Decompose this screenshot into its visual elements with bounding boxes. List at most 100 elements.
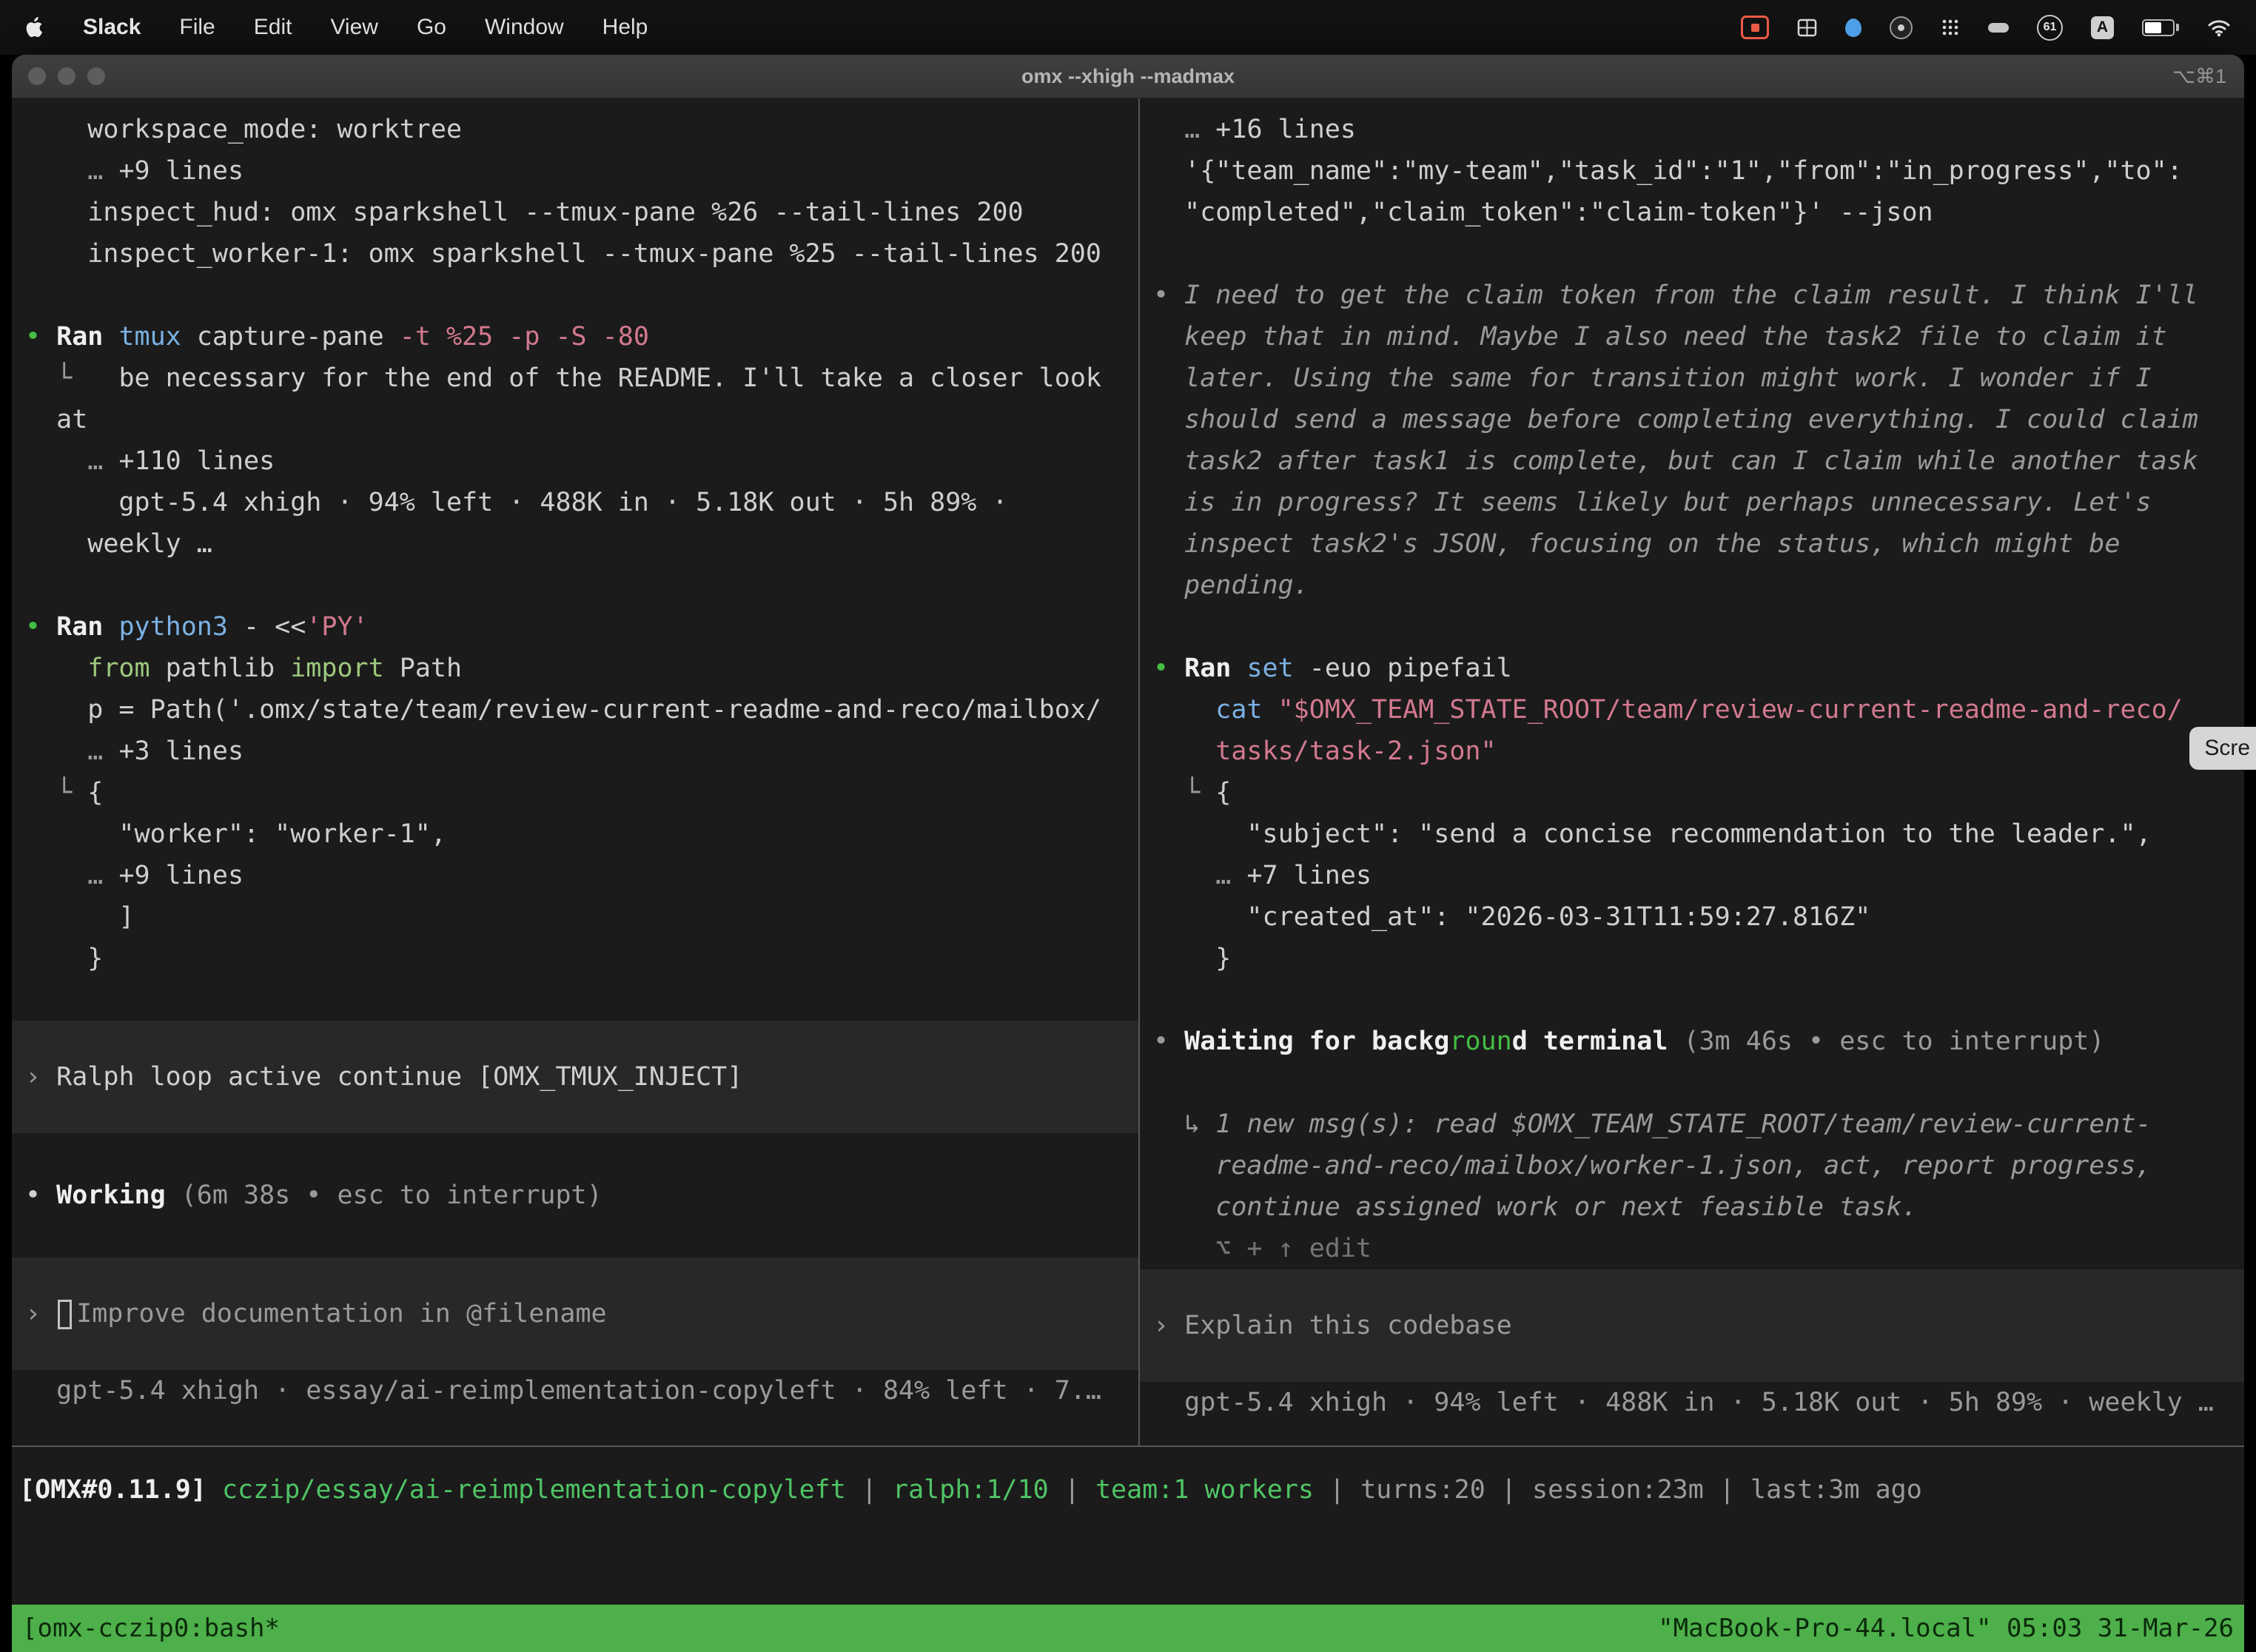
terminal-line: p = Path('.omx/state/team/review-current… — [12, 689, 1138, 731]
terminal-line: readme-and-reco/mailbox/worker-1.json, a… — [1140, 1145, 2244, 1186]
screen-recording-indicator-icon[interactable] — [1741, 16, 1769, 39]
terminal-line — [12, 1133, 1138, 1175]
terminal-line: › Explain this codebase — [1140, 1305, 2244, 1346]
close-button[interactable] — [28, 67, 46, 85]
terminal-line: … +110 lines — [12, 440, 1138, 482]
terminal-line — [12, 979, 1138, 1021]
terminal-line: … +16 lines — [1140, 109, 2244, 150]
terminal-line: • Ran set -euo pipefail — [1140, 648, 2244, 689]
menu-view[interactable]: View — [330, 15, 377, 40]
terminal-line: ] — [12, 896, 1138, 938]
session-status-left: gpt-5.4 xhigh · essay/ai-reimplementatio… — [12, 1370, 1138, 1411]
tmux-pane-right[interactable]: … +16 lines '{"team_name":"my-team","tas… — [1140, 98, 2244, 1446]
terminal-line: tasks/task-2.json" — [1140, 731, 2244, 772]
clipped-screen-overlay: Scre — [2189, 727, 2256, 770]
session-status-right: gpt-5.4 xhigh · 94% left · 488K in · 5.1… — [1140, 1382, 2244, 1423]
menu-file[interactable]: File — [179, 15, 215, 40]
terminal-line: pending. — [1140, 565, 2244, 606]
badge-count-icon[interactable]: 61 — [2037, 15, 2063, 41]
window-shortcut-hint: ⌥⌘1 — [2172, 65, 2226, 88]
left-scrollback: workspace_mode: worktree … +9 lines insp… — [12, 109, 1138, 1021]
terminal-line: • Working (6m 38s • esc to interrupt) — [12, 1175, 1138, 1216]
pill-icon[interactable] — [1988, 23, 2009, 33]
menu-bar-left: Slack File Edit View Go Window Help — [25, 15, 648, 40]
terminal-line: should send a message before completing … — [1140, 399, 2244, 440]
terminal-line — [1140, 979, 2244, 1021]
terminal-line: └ { — [12, 772, 1138, 813]
terminal-line: gpt-5.4 xhigh · 94% left · 488K in · 5.1… — [12, 482, 1138, 523]
minimize-button[interactable] — [58, 67, 75, 85]
terminal-line: ↳ 1 new msg(s): read $OMX_TEAM_STATE_ROO… — [1140, 1104, 2244, 1145]
terminal-line: } — [1140, 938, 2244, 979]
terminal-line: inspect_worker-1: omx sparkshell --tmux-… — [12, 233, 1138, 275]
zoom-button[interactable] — [87, 67, 105, 85]
terminal-line: › Improve documentation in @filename — [12, 1293, 1138, 1334]
terminal-line — [12, 565, 1138, 606]
terminal-line: • Ran python3 - <<'PY' — [12, 606, 1138, 648]
window-grid-icon[interactable] — [1797, 18, 1817, 38]
title-bar[interactable]: omx --xhigh --madmax ⌥⌘1 — [12, 55, 2244, 98]
terminal-line: gpt-5.4 xhigh · 94% left · 488K in · 5.1… — [1140, 1382, 2244, 1423]
screen: Slack File Edit View Go Window Help 61 A — [0, 0, 2256, 1652]
working-status: • Working (6m 38s • esc to interrupt) — [12, 1133, 1138, 1258]
tmux-session-window[interactable]: [omx-cczip0:bash* — [22, 1614, 280, 1643]
terminal-line — [12, 1216, 1138, 1258]
right-scrollback: … +16 lines '{"team_name":"my-team","tas… — [1140, 109, 2244, 1269]
terminal-line — [1140, 1062, 2244, 1104]
menu-help[interactable]: Help — [602, 15, 648, 40]
terminal-line — [1140, 606, 2244, 648]
menu-app-name[interactable]: Slack — [83, 15, 141, 40]
prompt-input-right[interactable]: › Explain this codebase — [1140, 1269, 2244, 1382]
terminal-line: • I need to get the claim token from the… — [1140, 275, 2244, 316]
terminal[interactable]: workspace_mode: worktree … +9 lines insp… — [12, 98, 2244, 1652]
terminal-line: ⌥ + ↑ edit — [1140, 1228, 2244, 1269]
terminal-line: task2 after task1 is complete, but can I… — [1140, 440, 2244, 482]
terminal-line: "worker": "worker-1", — [12, 813, 1138, 855]
terminal-line: gpt-5.4 xhigh · essay/ai-reimplementatio… — [12, 1370, 1138, 1411]
terminal-line: "completed","claim_token":"claim-token"}… — [1140, 192, 2244, 233]
terminal-line: workspace_mode: worktree — [12, 109, 1138, 150]
apple-menu-icon[interactable] — [25, 16, 44, 38]
tmux-pane-left[interactable]: workspace_mode: worktree … +9 lines insp… — [12, 98, 1138, 1446]
terminal-line: • Ran tmux capture-pane -t %25 -p -S -80 — [12, 316, 1138, 357]
tmux-status-bar: [omx-cczip0:bash* "MacBook-Pro-44.local"… — [12, 1605, 2244, 1652]
terminal-line: is in progress? It seems likely but perh… — [1140, 482, 2244, 523]
terminal-line: '{"team_name":"my-team","task_id":"1","f… — [1140, 150, 2244, 192]
omx-hud-pane: [OMX#0.11.9] cczip/essay/ai-reimplementa… — [12, 1447, 2244, 1605]
terminal-line: › Ralph loop active continue [OMX_TMUX_I… — [12, 1056, 1138, 1098]
terminal-line: at — [12, 399, 1138, 440]
terminal-line: inspect task2's JSON, focusing on the st… — [1140, 523, 2244, 565]
terminal-line: inspect_hud: omx sparkshell --tmux-pane … — [12, 192, 1138, 233]
terminal-line: • Waiting for background terminal (3m 46… — [1140, 1021, 2244, 1062]
terminal-line: from pathlib import Path — [12, 648, 1138, 689]
menu-edit[interactable]: Edit — [254, 15, 292, 40]
terminal-line: └ be necessary for the end of the README… — [12, 357, 1138, 399]
terminal-line: weekly … — [12, 523, 1138, 565]
terminal-line: … +9 lines — [12, 855, 1138, 896]
terminal-line: later. Using the same for transition mig… — [1140, 357, 2244, 399]
disc-icon[interactable] — [1890, 16, 1913, 39]
traffic-lights — [28, 67, 105, 85]
wifi-icon[interactable] — [2207, 18, 2231, 37]
terminal-line: keep that in mind. Maybe I also need the… — [1140, 316, 2244, 357]
terminal-line: continue assigned work or next feasible … — [1140, 1186, 2244, 1228]
window-title: omx --xhigh --madmax — [12, 65, 2244, 88]
ralph-loop-banner: › Ralph loop active continue [OMX_TMUX_I… — [12, 1021, 1138, 1133]
menu-window[interactable]: Window — [485, 15, 564, 40]
menu-bar: Slack File Edit View Go Window Help 61 A — [0, 0, 2256, 55]
input-source-icon[interactable]: A — [2091, 16, 2114, 39]
menu-go[interactable]: Go — [417, 15, 446, 40]
tmux-host-time: "MacBook-Pro-44.local" 05:03 31-Mar-26 — [1658, 1614, 2234, 1643]
tmux-panes-row: workspace_mode: worktree … +9 lines insp… — [12, 98, 2244, 1446]
prompt-input-left[interactable]: › Improve documentation in @filename — [12, 1258, 1138, 1370]
battery-icon[interactable] — [2142, 19, 2179, 36]
omx-hud-status: [OMX#0.11.9] cczip/essay/ai-reimplementa… — [12, 1469, 2244, 1511]
terminal-line: } — [12, 938, 1138, 979]
terminal-line: cat "$OMX_TEAM_STATE_ROOT/team/review-cu… — [1140, 689, 2244, 731]
terminal-window: omx --xhigh --madmax ⌥⌘1 workspace_mode:… — [12, 55, 2244, 1652]
droplet-icon[interactable] — [1845, 19, 1861, 37]
terminal-line — [1140, 233, 2244, 275]
dots-grid-icon[interactable] — [1941, 18, 1960, 37]
terminal-line: [OMX#0.11.9] cczip/essay/ai-reimplementa… — [12, 1469, 2244, 1511]
terminal-line: "subject": "send a concise recommendatio… — [1140, 813, 2244, 855]
